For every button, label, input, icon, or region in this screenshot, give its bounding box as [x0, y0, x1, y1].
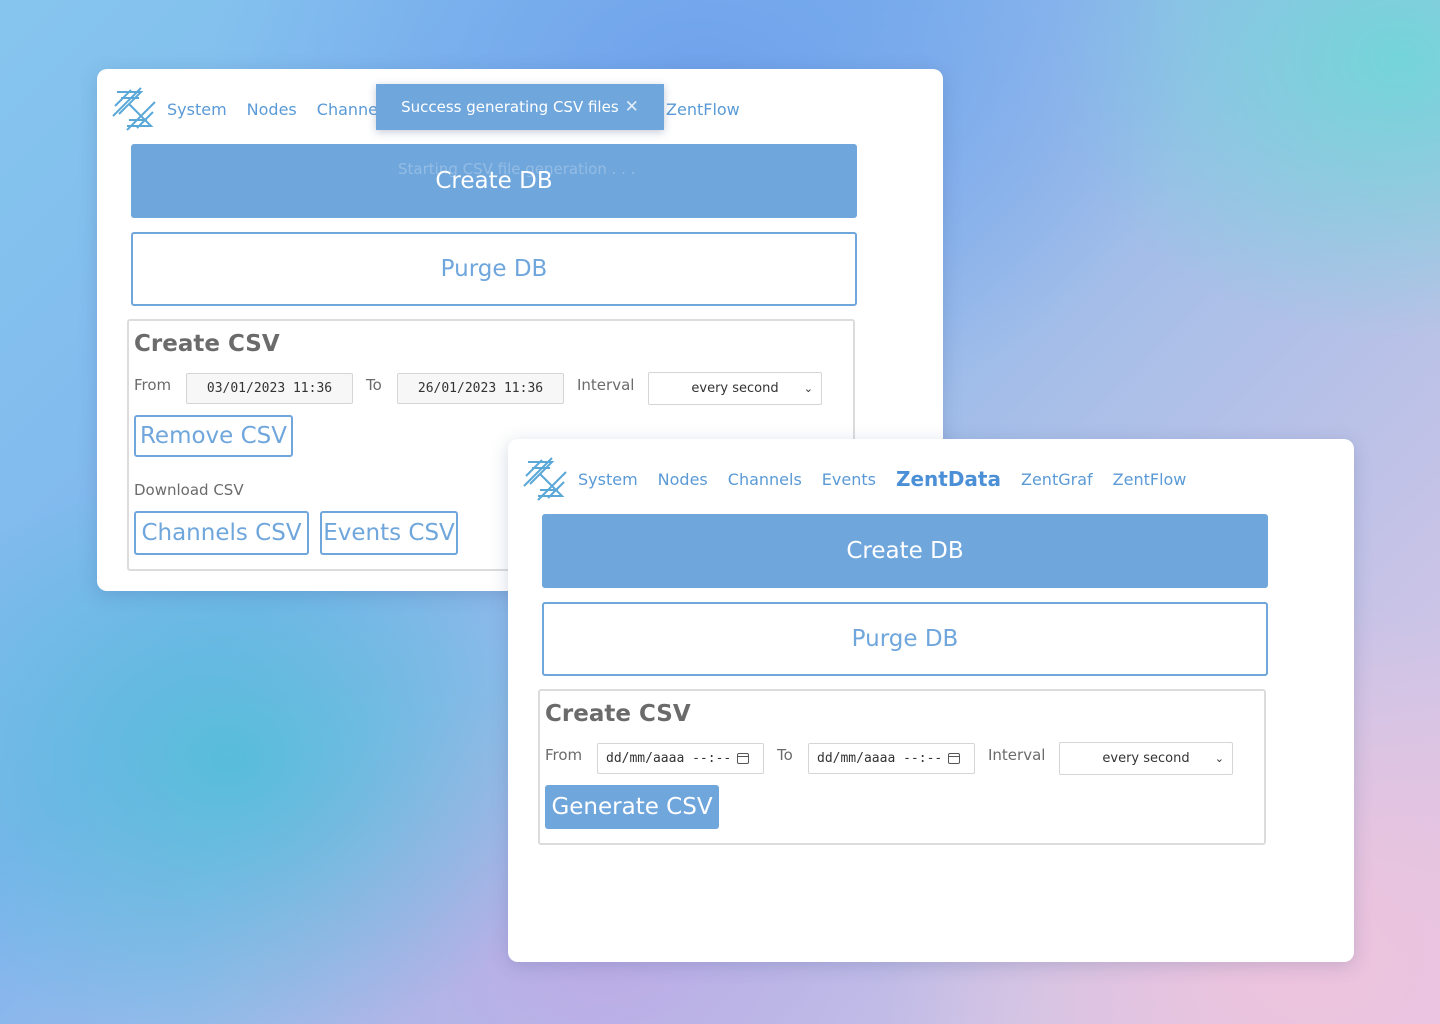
nav-nodes[interactable]: Nodes [247, 100, 297, 119]
from-label: From [134, 376, 172, 394]
from-label: From [545, 746, 583, 764]
nav-zentgraf[interactable]: ZentGraf [1021, 470, 1093, 489]
nav-channels[interactable]: Channe [317, 100, 378, 119]
nav-nodes[interactable]: Nodes [658, 470, 708, 489]
create-db-button[interactable]: Create DB [131, 144, 857, 218]
top-nav: System Nodes Channels Events ZentData Ze… [522, 455, 1206, 503]
nav-system[interactable]: System [578, 470, 638, 489]
nav-events[interactable]: Events [822, 470, 876, 489]
zent-logo-icon [523, 457, 567, 501]
chevron-down-icon: ⌄ [1214, 752, 1224, 765]
purge-db-button[interactable]: Purge DB [131, 232, 857, 306]
from-date-input[interactable]: 03/01/2023 11:36 [186, 373, 353, 404]
events-csv-button[interactable]: Events CSV [320, 511, 458, 555]
to-datetime-input[interactable]: dd/mm/aaaa --:-- [808, 743, 975, 774]
app-window-front: System Nodes Channels Events ZentData Ze… [508, 439, 1354, 962]
create-csv-title: Create CSV [134, 331, 280, 357]
interval-label: Interval [577, 376, 635, 394]
ghost-toast-text: Starting CSV file generation . . . [398, 160, 636, 178]
to-label: To [777, 746, 793, 764]
interval-value: every second [1102, 751, 1190, 766]
nav-zentdata[interactable]: ZentData [896, 467, 1001, 491]
remove-csv-button[interactable]: Remove CSV [134, 415, 293, 457]
channels-csv-button[interactable]: Channels CSV [134, 511, 309, 555]
success-toast: Success generating CSV files ✕ [376, 84, 664, 130]
calendar-icon[interactable] [948, 753, 961, 764]
interval-select[interactable]: every second ⌄ [648, 372, 822, 405]
interval-label: Interval [988, 746, 1046, 764]
nav-channels[interactable]: Channels [728, 470, 802, 489]
create-db-button[interactable]: Create DB [542, 514, 1268, 588]
download-csv-label: Download CSV [134, 481, 244, 499]
nav-system[interactable]: System [167, 100, 227, 119]
zent-logo-icon [112, 87, 156, 131]
chevron-down-icon: ⌄ [803, 382, 813, 395]
close-icon[interactable]: ✕ [625, 97, 639, 117]
nav-zentflow[interactable]: ZentFlow [666, 100, 740, 119]
nav-zentflow[interactable]: ZentFlow [1113, 470, 1187, 489]
from-placeholder: dd/mm/aaaa --:-- [606, 751, 732, 766]
to-date-input[interactable]: 26/01/2023 11:36 [397, 373, 564, 404]
purge-db-button[interactable]: Purge DB [542, 602, 1268, 676]
create-csv-title: Create CSV [545, 701, 691, 727]
interval-value: every second [691, 381, 779, 396]
to-label: To [366, 376, 382, 394]
create-csv-panel: Create CSV From dd/mm/aaaa --:-- To dd/m… [538, 689, 1266, 845]
interval-select[interactable]: every second ⌄ [1059, 742, 1233, 775]
generate-csv-button[interactable]: Generate CSV [545, 785, 719, 829]
toast-message: Success generating CSV files [401, 98, 619, 116]
from-datetime-input[interactable]: dd/mm/aaaa --:-- [597, 743, 764, 774]
calendar-icon[interactable] [737, 753, 750, 764]
to-placeholder: dd/mm/aaaa --:-- [817, 751, 943, 766]
